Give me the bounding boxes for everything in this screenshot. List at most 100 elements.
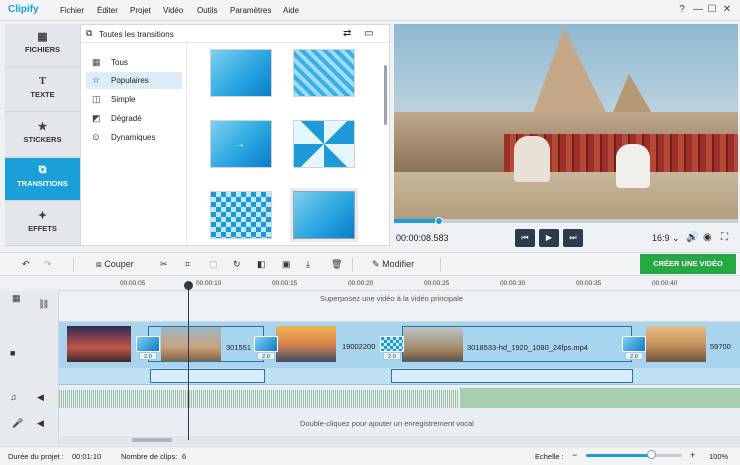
menu-aide[interactable]: Aide [283,6,299,15]
tab-transitions[interactable]: ⧉ TRANSITIONS [5,158,80,201]
video-clip[interactable]: 59700 [646,326,740,362]
camera-icon[interactable]: ◉ [703,232,712,243]
volume-icon[interactable]: 🔊 [686,232,698,243]
delete-icon[interactable]: 🗑 [331,259,342,270]
video-clip[interactable]: 3018533-hd_1920_1080_24fps.mp4 [402,326,632,362]
menu-video[interactable]: Vidéo [163,6,183,15]
zoom-in-button[interactable]: + [690,450,695,460]
ruler-tick: 00:00:15 [272,280,298,287]
insert-icon[interactable]: ⤓ [306,259,310,270]
speaker-icon[interactable]: ◀ [37,418,44,429]
preview-person [514,136,550,182]
music-icon: ♫ [10,392,17,402]
preview-terrace [394,172,738,219]
preview-seek-handle[interactable] [434,217,443,225]
tab-effets[interactable]: ✦ EFFETS [5,203,80,246]
clip-transition[interactable] [136,336,160,352]
speaker-icon[interactable]: ◀ [37,392,44,403]
shuffle-icon[interactable]: ⇄ [343,28,351,39]
transitions-header: ⧉ Toutes les transitions ⇄ ▭ [81,25,389,43]
transition-thumb[interactable]: → [210,120,272,168]
overlay-track-icon: ▦ [12,293,21,303]
track-headers: ▦ ⛓ ■ ♫ ◀ 🎤 ◀ [0,291,59,445]
clip-thumbnail [67,326,131,362]
timeline-ruler[interactable]: 00:00:05 00:00:10 00:00:15 00:00:20 00:0… [59,278,740,291]
menu-parametres[interactable]: Paramètres [230,6,271,15]
category-dynamiques[interactable]: ⊙ Dynamiques [86,129,182,146]
crop-icon[interactable]: ⌗ [185,259,190,270]
playhead-handle[interactable] [184,281,193,290]
text-icon: T [38,75,47,87]
menu-projet[interactable]: Projet [130,6,151,15]
transition-duration: 2.0 [139,352,157,360]
scissors-icon[interactable]: ✂ [160,259,168,270]
speed-icon[interactable]: ◧ [257,259,266,270]
play-button[interactable]: ▶ [539,229,559,247]
video-clip[interactable] [67,326,131,362]
category-tous[interactable]: ▦ Tous [86,54,182,71]
clip-thumbnail [161,327,221,361]
tab-label: STICKERS [23,135,62,144]
voice-track-hint: Double-cliquez pour ajouter un enregistr… [300,419,474,428]
audio-waveform [460,388,740,408]
transition-thumb-selected[interactable] [293,191,355,239]
category-label: Populaires [111,76,149,85]
transition-thumb[interactable] [210,191,272,239]
cut-label: Couper [104,259,134,269]
category-degrade[interactable]: ◩ Dégradé [86,110,182,127]
stabilize-icon[interactable]: ▣ [282,259,291,270]
transition-duration: 2.0 [257,352,275,360]
next-button[interactable]: ⏭ [563,229,583,247]
clip-label: 3018533-hd_1920_1080_24fps.mp4 [467,343,588,352]
clip-transition[interactable] [380,336,404,352]
divider [440,258,441,272]
category-populaires[interactable]: ☆ Populaires [86,72,182,89]
clip-range[interactable] [391,369,633,383]
video-clip[interactable]: 19002200 [276,326,388,362]
ruler-tick: 00:00:30 [500,280,526,287]
modify-label: Modifier [382,259,415,269]
redo-icon[interactable]: ↷ [44,259,52,270]
minimize-icon[interactable]: — [692,4,704,15]
maximize-icon[interactable]: ☐ [706,4,718,15]
tab-fichiers[interactable]: ▦ FICHIERS [5,24,80,67]
category-simple[interactable]: ◫ Simple [86,91,182,108]
rotate-icon[interactable]: ↻ [233,259,241,270]
menu-fichier[interactable]: Fichier [60,6,84,15]
zoom-out-button[interactable]: − [572,450,577,460]
close-icon[interactable]: ✕ [721,4,733,15]
tab-texte[interactable]: T TEXTE [5,69,80,112]
tab-label: TEXTE [30,90,55,99]
link-icon[interactable]: ⛓ [38,299,49,310]
clip-transition[interactable] [622,336,646,352]
menu-outils[interactable]: Outils [197,6,217,15]
clip-transition[interactable] [254,336,278,352]
clip-range[interactable] [150,369,265,383]
create-video-button[interactable]: CRÉER UNE VIDÉO [640,254,736,274]
play-icon: ▶ [545,233,553,242]
transition-thumb[interactable] [210,49,272,97]
playhead-line [188,282,189,440]
divider [73,258,74,272]
timeline-scroll-thumb[interactable] [132,438,172,442]
video-clip[interactable]: 301551 [148,326,264,362]
cut-button[interactable]: ⧈ Couper [96,259,134,270]
transitions-icon: ⧉ [38,164,47,176]
previous-button[interactable]: ⏮ [515,229,535,247]
modify-button[interactable]: ✎ Modifier [372,259,414,270]
preview-seekbar[interactable] [394,219,738,223]
transition-thumb[interactable] [293,49,355,97]
ruler-tick: 00:00:10 [196,280,222,287]
tab-stickers[interactable]: ★ STICKERS [5,114,80,157]
transition-thumb[interactable] [293,120,355,168]
filmstrip-icon[interactable]: ▭ [364,28,373,39]
undo-icon[interactable]: ↶ [22,259,30,270]
edit-toolbar: ↶ ↷ ⧈ Couper ✂ ⌗ ▢ ↻ ◧ ▣ ⤓ 🗑 ✎ Modifier [0,252,740,276]
aspect-ratio-select[interactable]: 16:9 ⌄ [652,233,680,244]
help-icon[interactable]: ? [676,4,688,15]
menu-editer[interactable]: Éditer [97,6,118,15]
fullscreen-icon[interactable]: ⛶ [721,232,728,243]
star-outline-icon: ☆ [92,75,101,85]
transitions-scrollbar[interactable] [384,65,387,125]
fit-icon[interactable]: ▢ [209,259,218,270]
